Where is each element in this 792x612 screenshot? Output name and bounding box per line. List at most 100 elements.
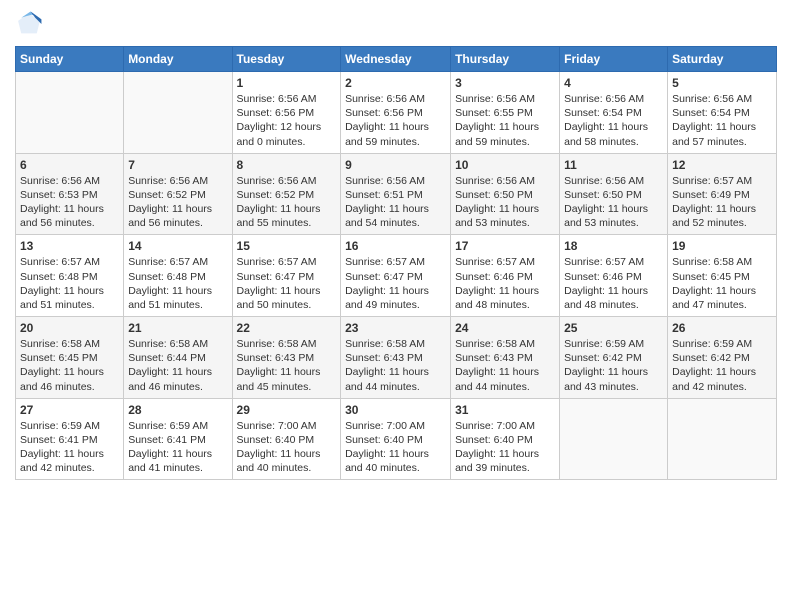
week-row-3: 13 Sunrise: 6:57 AM Sunset: 6:48 PM Dayli… bbox=[16, 235, 777, 317]
week-row-5: 27 Sunrise: 6:59 AM Sunset: 6:41 PM Dayli… bbox=[16, 398, 777, 480]
day-number: 8 bbox=[237, 158, 337, 172]
header-row: SundayMondayTuesdayWednesdayThursdayFrid… bbox=[16, 47, 777, 72]
day-cell: 2 Sunrise: 6:56 AM Sunset: 6:56 PM Daylig… bbox=[341, 72, 451, 154]
day-info: Sunrise: 6:57 AM Sunset: 6:46 PM Dayligh… bbox=[564, 255, 663, 312]
day-cell: 17 Sunrise: 6:57 AM Sunset: 6:46 PM Dayli… bbox=[451, 235, 560, 317]
page: SundayMondayTuesdayWednesdayThursdayFrid… bbox=[0, 0, 792, 612]
day-info: Sunrise: 6:59 AM Sunset: 6:41 PM Dayligh… bbox=[128, 419, 227, 476]
day-cell: 14 Sunrise: 6:57 AM Sunset: 6:48 PM Dayli… bbox=[124, 235, 232, 317]
day-cell: 12 Sunrise: 6:57 AM Sunset: 6:49 PM Dayli… bbox=[668, 153, 777, 235]
day-cell bbox=[668, 398, 777, 480]
week-row-1: 1Sunrise: 6:56 AM Sunset: 6:56 PM Daylig… bbox=[16, 72, 777, 154]
week-row-2: 6Sunrise: 6:56 AM Sunset: 6:53 PM Daylig… bbox=[16, 153, 777, 235]
day-number: 2 bbox=[345, 76, 446, 90]
day-number: 17 bbox=[455, 239, 555, 253]
day-number: 30 bbox=[345, 403, 446, 417]
day-info: Sunrise: 6:58 AM Sunset: 6:43 PM Dayligh… bbox=[345, 337, 446, 394]
day-info: Sunrise: 6:58 AM Sunset: 6:43 PM Dayligh… bbox=[455, 337, 555, 394]
day-info: Sunrise: 6:56 AM Sunset: 6:56 PM Dayligh… bbox=[237, 92, 337, 149]
day-cell: 22 Sunrise: 6:58 AM Sunset: 6:43 PM Dayli… bbox=[232, 317, 341, 399]
day-info: Sunrise: 6:58 AM Sunset: 6:45 PM Dayligh… bbox=[672, 255, 772, 312]
day-number: 16 bbox=[345, 239, 446, 253]
col-header-saturday: Saturday bbox=[668, 47, 777, 72]
day-number: 25 bbox=[564, 321, 663, 335]
day-number: 22 bbox=[237, 321, 337, 335]
day-number: 14 bbox=[128, 239, 227, 253]
day-cell: 30 Sunrise: 7:00 AM Sunset: 6:40 PM Dayli… bbox=[341, 398, 451, 480]
day-cell: 29 Sunrise: 7:00 AM Sunset: 6:40 PM Dayli… bbox=[232, 398, 341, 480]
col-header-sunday: Sunday bbox=[16, 47, 124, 72]
day-cell: 21 Sunrise: 6:58 AM Sunset: 6:44 PM Dayli… bbox=[124, 317, 232, 399]
day-cell: 15 Sunrise: 6:57 AM Sunset: 6:47 PM Dayli… bbox=[232, 235, 341, 317]
col-header-friday: Friday bbox=[560, 47, 668, 72]
day-info: Sunrise: 6:56 AM Sunset: 6:50 PM Dayligh… bbox=[455, 174, 555, 231]
day-info: Sunrise: 6:58 AM Sunset: 6:43 PM Dayligh… bbox=[237, 337, 337, 394]
day-info: Sunrise: 6:57 AM Sunset: 6:47 PM Dayligh… bbox=[345, 255, 446, 312]
day-info: Sunrise: 6:56 AM Sunset: 6:56 PM Dayligh… bbox=[345, 92, 446, 149]
day-cell: 5 Sunrise: 6:56 AM Sunset: 6:54 PM Daylig… bbox=[668, 72, 777, 154]
day-number: 12 bbox=[672, 158, 772, 172]
day-info: Sunrise: 7:00 AM Sunset: 6:40 PM Dayligh… bbox=[345, 419, 446, 476]
day-number: 5 bbox=[672, 76, 772, 90]
day-info: Sunrise: 6:56 AM Sunset: 6:54 PM Dayligh… bbox=[672, 92, 772, 149]
day-info: Sunrise: 6:56 AM Sunset: 6:54 PM Dayligh… bbox=[564, 92, 663, 149]
day-cell bbox=[124, 72, 232, 154]
day-info: Sunrise: 6:57 AM Sunset: 6:48 PM Dayligh… bbox=[128, 255, 227, 312]
day-info: Sunrise: 6:59 AM Sunset: 6:42 PM Dayligh… bbox=[672, 337, 772, 394]
day-info: Sunrise: 6:56 AM Sunset: 6:52 PM Dayligh… bbox=[237, 174, 337, 231]
day-cell: 13 Sunrise: 6:57 AM Sunset: 6:48 PM Dayli… bbox=[16, 235, 124, 317]
day-number: 10 bbox=[455, 158, 555, 172]
day-number: 20 bbox=[20, 321, 119, 335]
day-cell: 19Sunrise: 6:58 AM Sunset: 6:45 PM Dayli… bbox=[668, 235, 777, 317]
day-cell: 16 Sunrise: 6:57 AM Sunset: 6:47 PM Dayli… bbox=[341, 235, 451, 317]
day-info: Sunrise: 7:00 AM Sunset: 6:40 PM Dayligh… bbox=[455, 419, 555, 476]
day-number: 24 bbox=[455, 321, 555, 335]
day-cell: 10 Sunrise: 6:56 AM Sunset: 6:50 PM Dayli… bbox=[451, 153, 560, 235]
day-info: Sunrise: 6:57 AM Sunset: 6:47 PM Dayligh… bbox=[237, 255, 337, 312]
day-number: 23 bbox=[345, 321, 446, 335]
day-number: 13 bbox=[20, 239, 119, 253]
calendar-table: SundayMondayTuesdayWednesdayThursdayFrid… bbox=[15, 46, 777, 480]
day-info: Sunrise: 7:00 AM Sunset: 6:40 PM Dayligh… bbox=[237, 419, 337, 476]
day-number: 31 bbox=[455, 403, 555, 417]
day-cell: 9 Sunrise: 6:56 AM Sunset: 6:51 PM Daylig… bbox=[341, 153, 451, 235]
day-info: Sunrise: 6:58 AM Sunset: 6:44 PM Dayligh… bbox=[128, 337, 227, 394]
day-cell bbox=[560, 398, 668, 480]
day-cell: 11 Sunrise: 6:56 AM Sunset: 6:50 PM Dayli… bbox=[560, 153, 668, 235]
day-number: 28 bbox=[128, 403, 227, 417]
day-number: 9 bbox=[345, 158, 446, 172]
day-number: 26 bbox=[672, 321, 772, 335]
day-cell: 8 Sunrise: 6:56 AM Sunset: 6:52 PM Daylig… bbox=[232, 153, 341, 235]
day-number: 11 bbox=[564, 158, 663, 172]
day-info: Sunrise: 6:59 AM Sunset: 6:41 PM Dayligh… bbox=[20, 419, 119, 476]
day-cell: 1Sunrise: 6:56 AM Sunset: 6:56 PM Daylig… bbox=[232, 72, 341, 154]
day-cell: 18 Sunrise: 6:57 AM Sunset: 6:46 PM Dayli… bbox=[560, 235, 668, 317]
day-info: Sunrise: 6:56 AM Sunset: 6:50 PM Dayligh… bbox=[564, 174, 663, 231]
day-number: 29 bbox=[237, 403, 337, 417]
day-cell: 31 Sunrise: 7:00 AM Sunset: 6:40 PM Dayli… bbox=[451, 398, 560, 480]
day-number: 21 bbox=[128, 321, 227, 335]
day-info: Sunrise: 6:59 AM Sunset: 6:42 PM Dayligh… bbox=[564, 337, 663, 394]
day-info: Sunrise: 6:57 AM Sunset: 6:46 PM Dayligh… bbox=[455, 255, 555, 312]
day-info: Sunrise: 6:57 AM Sunset: 6:49 PM Dayligh… bbox=[672, 174, 772, 231]
day-number: 7 bbox=[128, 158, 227, 172]
day-cell bbox=[16, 72, 124, 154]
day-info: Sunrise: 6:56 AM Sunset: 6:52 PM Dayligh… bbox=[128, 174, 227, 231]
day-number: 18 bbox=[564, 239, 663, 253]
col-header-thursday: Thursday bbox=[451, 47, 560, 72]
day-cell: 4Sunrise: 6:56 AM Sunset: 6:54 PM Daylig… bbox=[560, 72, 668, 154]
day-info: Sunrise: 6:56 AM Sunset: 6:51 PM Dayligh… bbox=[345, 174, 446, 231]
col-header-wednesday: Wednesday bbox=[341, 47, 451, 72]
day-number: 27 bbox=[20, 403, 119, 417]
col-header-monday: Monday bbox=[124, 47, 232, 72]
day-cell: 24 Sunrise: 6:58 AM Sunset: 6:43 PM Dayli… bbox=[451, 317, 560, 399]
day-number: 15 bbox=[237, 239, 337, 253]
day-info: Sunrise: 6:57 AM Sunset: 6:48 PM Dayligh… bbox=[20, 255, 119, 312]
day-cell: 23 Sunrise: 6:58 AM Sunset: 6:43 PM Dayli… bbox=[341, 317, 451, 399]
logo bbox=[15, 10, 47, 38]
header bbox=[15, 10, 777, 38]
day-cell: 3Sunrise: 6:56 AM Sunset: 6:55 PM Daylig… bbox=[451, 72, 560, 154]
day-cell: 6Sunrise: 6:56 AM Sunset: 6:53 PM Daylig… bbox=[16, 153, 124, 235]
day-cell: 20Sunrise: 6:58 AM Sunset: 6:45 PM Dayli… bbox=[16, 317, 124, 399]
day-number: 6 bbox=[20, 158, 119, 172]
